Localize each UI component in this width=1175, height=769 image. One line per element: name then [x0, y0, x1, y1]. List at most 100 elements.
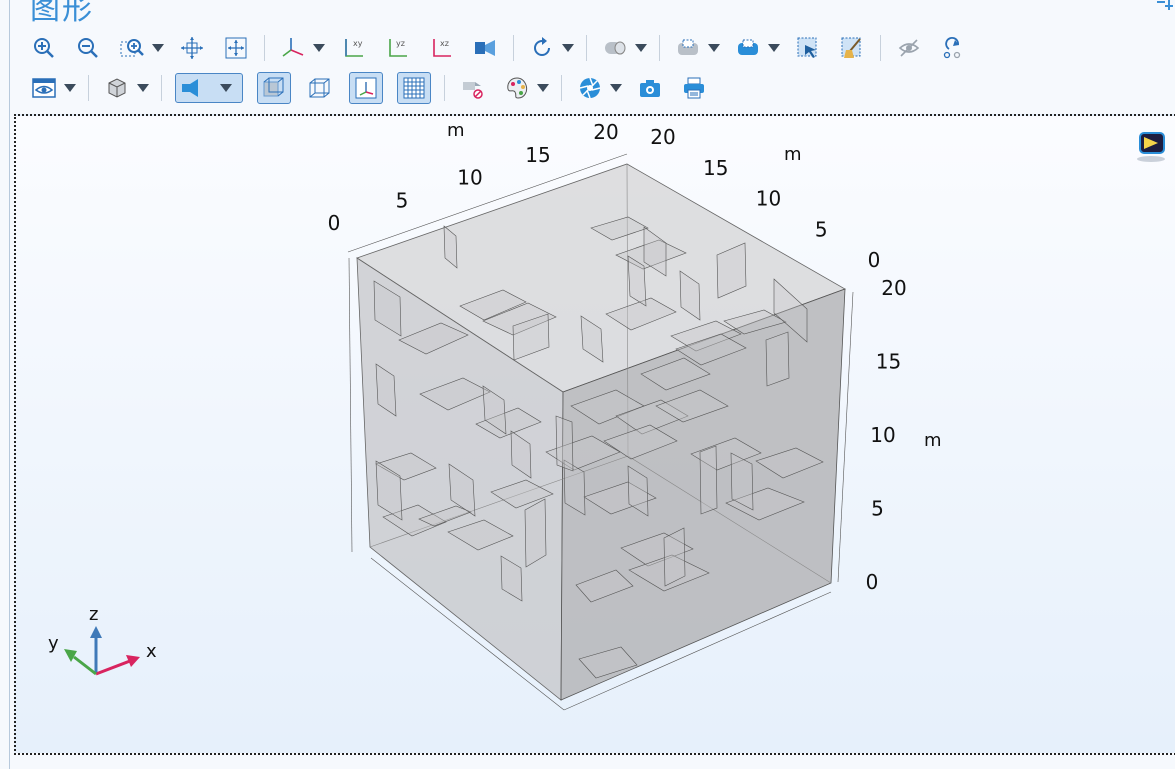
print-button[interactable]: [679, 73, 709, 103]
default-view-dropdown[interactable]: [311, 33, 327, 63]
y-arrow-icon: [64, 649, 77, 662]
cube-outline-icon: [108, 78, 126, 98]
zoom-in-button[interactable]: [29, 33, 59, 63]
view-button[interactable]: [29, 73, 59, 103]
scene-aperture-dropdown[interactable]: [608, 73, 624, 103]
x-tick-label: 20: [593, 120, 618, 144]
toolbar-separator: [513, 35, 514, 61]
select-box-icon: [797, 37, 817, 58]
color-table-button[interactable]: [502, 73, 532, 103]
graphics-toolbar-row1: xy yz xz: [22, 31, 975, 65]
xz-view-icon: xz: [433, 39, 451, 57]
scene-light-button[interactable]: [175, 73, 243, 103]
camera-icon: [640, 80, 660, 97]
aperture-icon: [579, 77, 601, 99]
y-tick-label: 10: [756, 187, 781, 211]
hide-button[interactable]: [894, 33, 924, 63]
rotate-icon: [534, 37, 550, 56]
show-axis-orientation-button[interactable]: [349, 72, 383, 104]
color-table-dropdown[interactable]: [535, 73, 551, 103]
select-box-button[interactable]: [793, 33, 823, 63]
cylinder-select-icon: [605, 41, 626, 55]
pan-center-button[interactable]: [177, 33, 207, 63]
triad-z-label: z: [89, 604, 98, 625]
hide-icon: [898, 39, 920, 57]
xz-view-button[interactable]: xz: [426, 33, 456, 63]
toolbar-separator: [161, 75, 162, 101]
svg-text:yz: yz: [396, 39, 405, 48]
transparency-toggle-button[interactable]: [257, 72, 291, 104]
pan-center-icon: [181, 37, 203, 59]
transparency-dropdown[interactable]: [135, 73, 151, 103]
render-mode-icon[interactable]: [1134, 128, 1168, 162]
zoom-box-button[interactable]: [117, 33, 147, 63]
scene-aperture-button[interactable]: [575, 73, 605, 103]
light-icon: [182, 79, 198, 97]
chevron-down-icon: [768, 44, 780, 52]
grid-icon: [403, 77, 425, 99]
z-axis-unit-label: m: [924, 430, 942, 451]
toolbar-separator: [659, 35, 660, 61]
palette-icon: [507, 77, 528, 99]
select-domain-button[interactable]: [673, 33, 703, 63]
chevron-down-icon: [64, 84, 76, 92]
zoom-out-icon: [78, 38, 98, 58]
yz-view-button[interactable]: yz: [382, 33, 412, 63]
view-dropdown[interactable]: [62, 73, 78, 103]
zoom-box-icon: [120, 39, 144, 57]
triad-y-label: y: [48, 633, 59, 654]
svg-text:xz: xz: [440, 39, 449, 48]
y-tick-label: 15: [703, 156, 728, 180]
panel-title: 图形: [30, 0, 94, 27]
reset-hiding-icon: [943, 36, 961, 59]
chevron-down-icon: [610, 84, 622, 92]
z-tick-label: 5: [871, 497, 884, 521]
chevron-down-icon: [220, 84, 232, 92]
wireframe-button[interactable]: [305, 73, 335, 103]
show-grid-button[interactable]: [397, 72, 431, 104]
x-tick-label: 5: [396, 188, 409, 212]
x-tick-label: 15: [525, 143, 550, 167]
y-axis-unit-label: m: [784, 144, 802, 165]
select-boundary-dropdown[interactable]: [766, 33, 782, 63]
graphics-window[interactable]: 0 5 10 15 20 20 15 10 5 0 20 15 10 5 0 m m m z x y: [14, 114, 1175, 755]
default-view-button[interactable]: [278, 33, 308, 63]
select-boundary-button[interactable]: [733, 33, 763, 63]
xy-view-icon: xy: [345, 39, 363, 57]
camera-projection-button[interactable]: [470, 33, 500, 63]
transparency-icon: [263, 77, 284, 97]
clear-selection-button[interactable]: [837, 33, 867, 63]
rotate-button[interactable]: [527, 33, 557, 63]
reset-rendering-button[interactable]: [458, 73, 488, 103]
axis-orientation-icon: [355, 77, 377, 99]
toolbar-separator: [586, 35, 587, 61]
y-tick-label: 5: [815, 217, 828, 241]
select-domain-dropdown[interactable]: [706, 33, 722, 63]
default-view-icon: [282, 38, 304, 57]
select-object-button[interactable]: [600, 33, 630, 63]
z-tick-label: 10: [870, 423, 895, 447]
panel-corner-mark: [1157, 0, 1173, 10]
xy-view-button[interactable]: xy: [338, 33, 368, 63]
z-arrow-icon: [90, 626, 102, 638]
clear-selection-icon: [841, 37, 861, 58]
triad-x-label: x: [146, 641, 157, 662]
toolbar-separator: [264, 35, 265, 61]
reset-rendering-icon: [463, 82, 483, 99]
rotate-dropdown[interactable]: [560, 33, 576, 63]
chevron-down-icon: [635, 44, 647, 52]
toolbar-separator: [444, 75, 445, 101]
reset-hiding-button[interactable]: [938, 33, 968, 63]
graphics-toolbar-row2: [22, 71, 716, 105]
select-object-dropdown[interactable]: [633, 33, 649, 63]
model-scene[interactable]: 05101520 2015105020151050 m m m z x y: [16, 116, 1175, 753]
zoom-extents-button[interactable]: [221, 33, 251, 63]
zoom-box-dropdown[interactable]: [150, 33, 166, 63]
image-snapshot-button[interactable]: [635, 73, 665, 103]
chevron-down-icon: [708, 44, 720, 52]
toolbar-separator: [88, 75, 89, 101]
transparency-button[interactable]: [102, 73, 132, 103]
chevron-down-icon: [137, 84, 149, 92]
zoom-out-button[interactable]: [73, 33, 103, 63]
zoom-extents-icon: [225, 37, 247, 59]
